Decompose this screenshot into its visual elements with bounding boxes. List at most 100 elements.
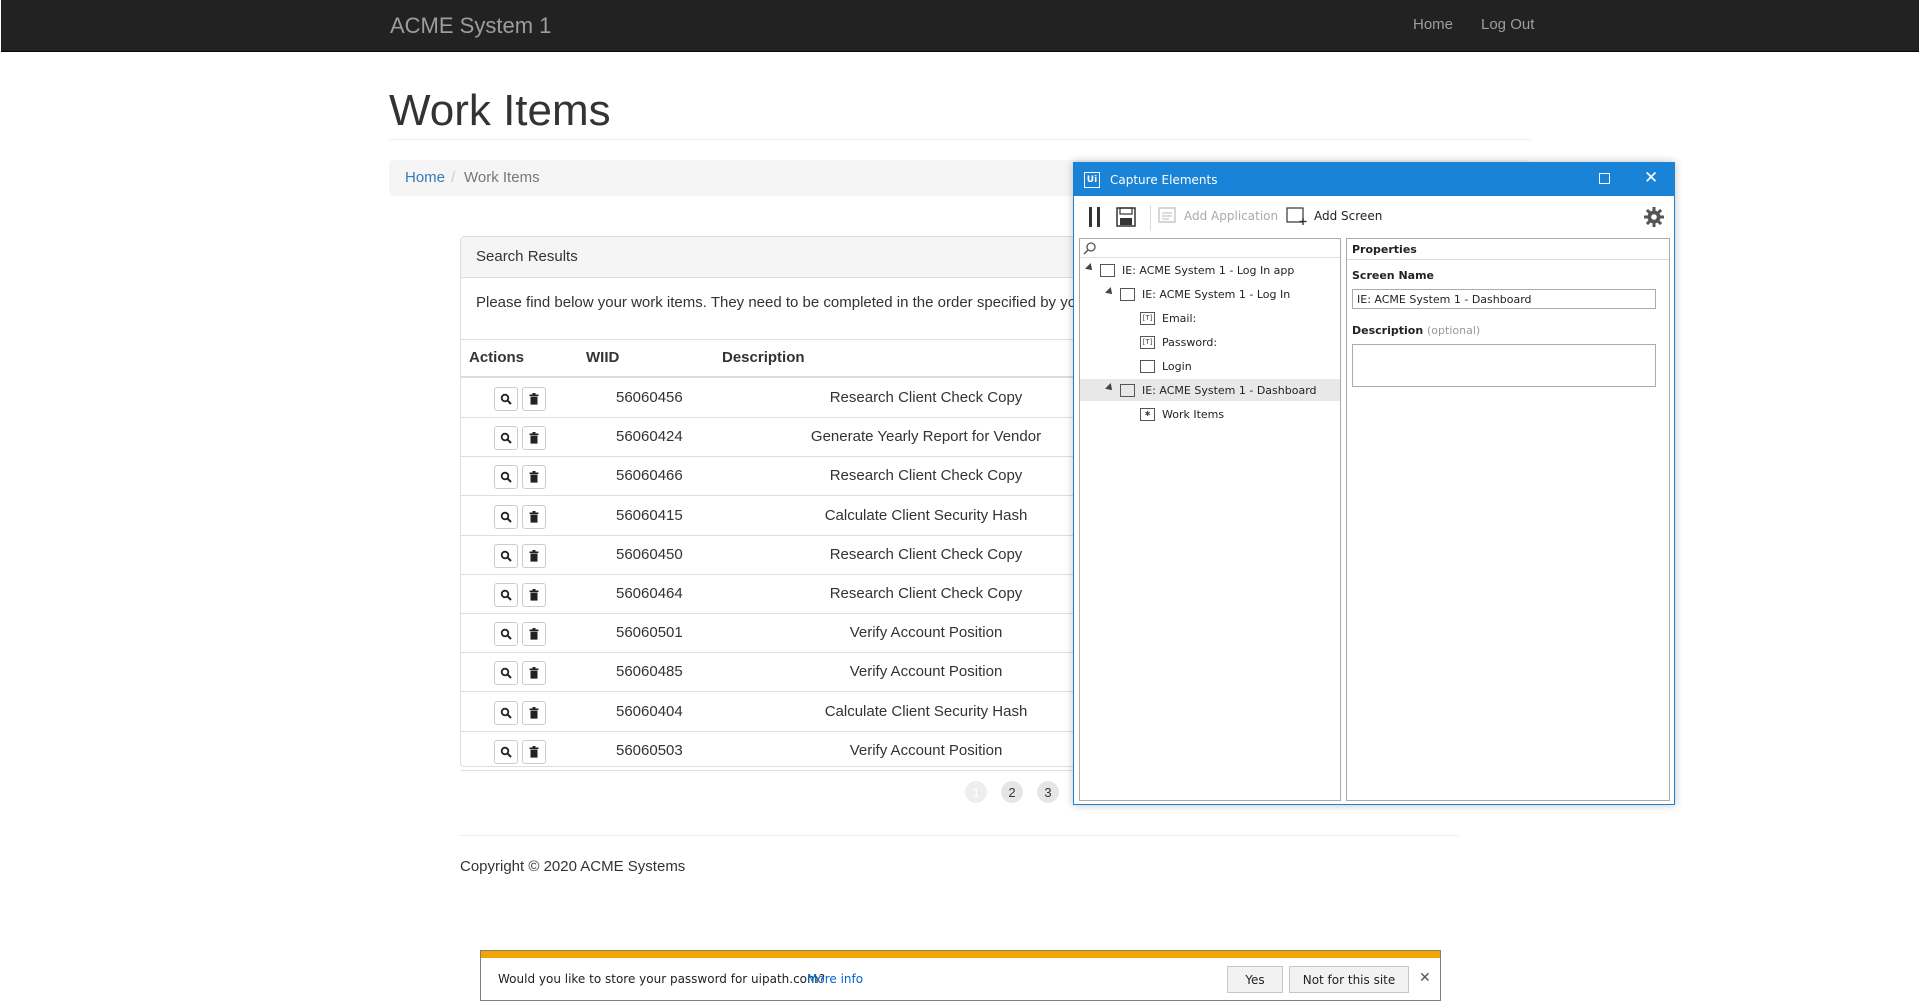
add-screen-icon xyxy=(1286,207,1307,225)
view-button[interactable] xyxy=(494,661,518,686)
search-icon xyxy=(500,589,512,601)
navbar-brand[interactable]: ACME System 1 xyxy=(390,13,551,39)
search-icon xyxy=(500,432,512,444)
row-wiid: 56060424 xyxy=(616,428,683,446)
row-description: Generate Yearly Report for Vendor xyxy=(810,428,1042,446)
close-icon[interactable]: ✕ xyxy=(1419,970,1431,986)
tree-node[interactable]: IE: ACME System 1 - Log In xyxy=(1080,283,1340,305)
more-info-link[interactable]: More info xyxy=(807,972,863,986)
maximize-icon[interactable] xyxy=(1599,173,1610,184)
nav-link-home[interactable]: Home xyxy=(1413,16,1453,33)
gear-icon xyxy=(1644,207,1664,227)
delete-button[interactable] xyxy=(522,622,546,647)
view-button[interactable] xyxy=(494,543,518,568)
view-button[interactable] xyxy=(494,622,518,647)
column-header-actions: Actions xyxy=(469,349,525,366)
trash-icon xyxy=(529,667,539,679)
trash-icon xyxy=(529,432,539,444)
toolbar-separator xyxy=(1150,205,1151,231)
pagination-page-3[interactable]: 3 xyxy=(1037,781,1059,803)
dialog-title: Capture Elements xyxy=(1110,173,1218,187)
trash-icon xyxy=(529,745,539,758)
nav-link-logout[interactable]: Log Out xyxy=(1481,16,1534,33)
tree-node[interactable]: IE: ACME System 1 - Log In app xyxy=(1080,259,1340,281)
delete-button[interactable] xyxy=(522,387,546,411)
row-description: Calculate Client Security Hash xyxy=(824,506,1028,524)
row-description: Research Client Check Copy xyxy=(829,585,1023,602)
panel-heading-title: Search Results xyxy=(476,248,578,265)
tree-node-label: IE: ACME System 1 - Log In xyxy=(1142,288,1291,301)
row-wiid: 56060456 xyxy=(616,389,683,406)
tree-search-box[interactable] xyxy=(1080,239,1340,258)
add-application-label: Add Application xyxy=(1184,209,1279,223)
trash-icon xyxy=(529,589,539,601)
not-for-this-site-button[interactable]: Not for this site xyxy=(1289,966,1409,993)
footer-copyright: Copyright © 2020 ACME Systems xyxy=(460,858,686,875)
expand-arrow-icon[interactable] xyxy=(1085,263,1095,273)
footer-divider xyxy=(460,835,1459,836)
row-description: Verify Account Position xyxy=(849,624,1003,642)
tree-node[interactable]: [T] Password: xyxy=(1080,331,1340,353)
dialog-titlebar[interactable]: Ui Capture Elements ✕ xyxy=(1074,163,1674,196)
tree-node[interactable]: [T] Email: xyxy=(1080,307,1340,329)
delete-button[interactable] xyxy=(522,426,546,451)
description-label: Description (optional) xyxy=(1352,324,1480,337)
delete-button[interactable] xyxy=(522,583,546,607)
add-screen-button[interactable]: Add Screen xyxy=(1286,207,1382,225)
expand-arrow-icon[interactable] xyxy=(1105,383,1115,393)
row-description: Research Client Check Copy xyxy=(829,467,1023,485)
tree-node[interactable]: IE: ACME System 1 - Dashboard xyxy=(1080,379,1340,401)
tree-node[interactable]: Login xyxy=(1080,355,1340,377)
top-navbar: ACME System 1 Home Log Out xyxy=(1,0,1919,52)
breadcrumb-home-link[interactable]: Home xyxy=(405,169,445,186)
add-application-button[interactable]: Add Application xyxy=(1158,207,1278,225)
breadcrumb-separator: / xyxy=(451,169,456,186)
row-wiid: 56060466 xyxy=(616,467,683,485)
pause-button[interactable] xyxy=(1088,207,1102,227)
tree-node-label: Login xyxy=(1162,360,1192,373)
view-button[interactable] xyxy=(494,739,518,764)
button-icon xyxy=(1140,360,1155,373)
row-description: Calculate Client Security Hash xyxy=(824,702,1028,720)
delete-button[interactable] xyxy=(522,661,546,686)
search-icon xyxy=(1083,242,1096,255)
panel-intro-text: Please find below your work items. They … xyxy=(476,294,1115,311)
row-wiid: 56060464 xyxy=(616,585,683,602)
pagination-page-2[interactable]: 2 xyxy=(1001,781,1023,803)
view-button[interactable] xyxy=(494,700,518,725)
delete-button[interactable] xyxy=(522,543,546,568)
save-password-yes-button[interactable]: Yes xyxy=(1227,966,1283,993)
delete-button[interactable] xyxy=(522,739,546,764)
save-button[interactable] xyxy=(1116,207,1136,227)
pagination-page-1[interactable]: 1 xyxy=(965,781,987,803)
element-icon: ✱ xyxy=(1140,408,1155,421)
delete-button[interactable] xyxy=(522,504,546,529)
view-button[interactable] xyxy=(494,465,518,490)
delete-button[interactable] xyxy=(522,465,546,490)
properties-heading: Properties xyxy=(1352,243,1417,256)
trash-icon xyxy=(529,628,539,640)
search-icon xyxy=(500,550,512,562)
description-label-text: Description xyxy=(1352,324,1424,337)
view-button[interactable] xyxy=(494,387,518,411)
tree-node-label: Work Items xyxy=(1162,408,1225,421)
screen-icon xyxy=(1120,288,1135,301)
page-title: Work Items xyxy=(389,86,611,135)
tree-node[interactable]: ✱ Work Items xyxy=(1080,403,1340,425)
pause-icon xyxy=(1089,207,1100,227)
view-button[interactable] xyxy=(494,583,518,607)
settings-button[interactable] xyxy=(1644,207,1664,227)
view-button[interactable] xyxy=(494,504,518,529)
tree-node-label: Email: xyxy=(1162,312,1197,325)
screen-icon xyxy=(1120,384,1135,397)
row-wiid: 56060503 xyxy=(616,741,683,759)
dialog-close-icon[interactable]: ✕ xyxy=(1644,168,1658,188)
view-button[interactable] xyxy=(494,426,518,451)
save-icon xyxy=(1116,207,1136,227)
delete-button[interactable] xyxy=(522,700,546,725)
tree-node-label: IE: ACME System 1 - Dashboard xyxy=(1142,384,1317,397)
search-icon xyxy=(500,668,512,680)
screen-name-input[interactable]: IE: ACME System 1 - Dashboard xyxy=(1352,289,1656,309)
expand-arrow-icon[interactable] xyxy=(1105,287,1115,297)
description-textarea[interactable] xyxy=(1352,344,1656,387)
